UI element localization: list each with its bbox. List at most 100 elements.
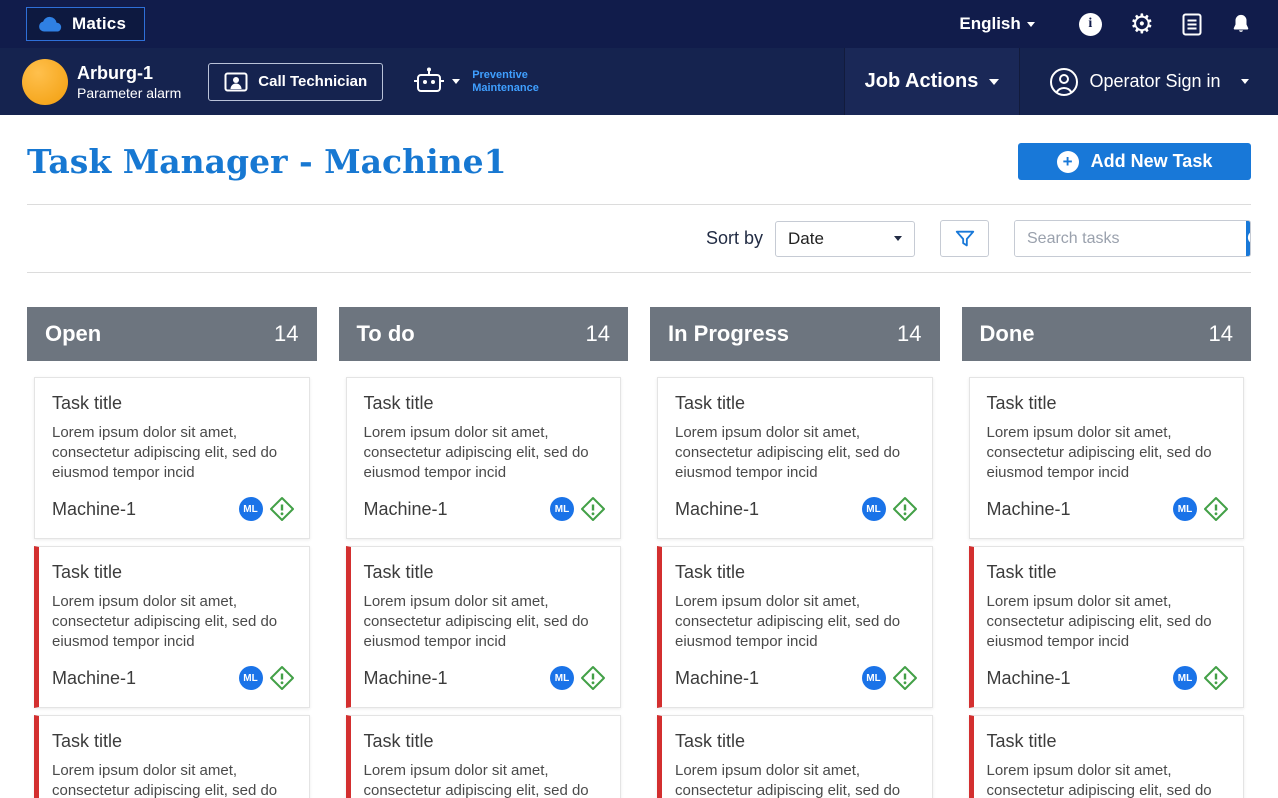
settings-gear-icon[interactable]: ⚙	[1130, 10, 1154, 38]
checklist-icon[interactable]	[1182, 12, 1202, 36]
preventive-maintenance-button[interactable]: Preventive Maintenance	[411, 66, 539, 98]
job-actions-menu[interactable]: Job Actions	[844, 48, 1020, 115]
priority-info-diamond-icon[interactable]	[892, 496, 918, 522]
task-title: Task title	[363, 562, 434, 582]
column-body: Task title Lorem ipsum dolor sit amet, c…	[962, 361, 1252, 798]
task-card[interactable]: Task title Lorem ipsum dolor sit amet, c…	[345, 715, 621, 798]
matics-logo[interactable]: Matics	[26, 7, 146, 41]
language-selector[interactable]: English	[959, 14, 1035, 34]
priority-info-diamond-icon[interactable]	[1203, 496, 1229, 522]
main-content: Task Manager - Machine1 + Add New Task S…	[0, 142, 1278, 798]
magnifier-icon	[1246, 229, 1250, 249]
search-button[interactable]	[1246, 221, 1250, 256]
task-description: Lorem ipsum dolor sit amet, consectetur …	[52, 424, 278, 481]
task-machine: Machine-1	[52, 667, 137, 688]
task-description: Lorem ipsum dolor sit amet, consectetur …	[363, 762, 589, 798]
chevron-down-icon	[894, 236, 902, 241]
task-card[interactable]: Task title Lorem ipsum dolor sit amet, c…	[968, 546, 1244, 708]
task-machine: Machine-1	[363, 667, 448, 688]
chevron-down-icon	[989, 78, 1000, 85]
task-card[interactable]: Task title Lorem ipsum dolor sit amet, c…	[34, 377, 310, 539]
task-title: Task title	[52, 562, 123, 582]
task-description: Lorem ipsum dolor sit amet, consectetur …	[363, 424, 589, 481]
plus-icon: +	[1056, 150, 1079, 173]
priority-info-diamond-icon[interactable]	[1203, 665, 1229, 691]
priority-info-diamond-icon[interactable]	[269, 665, 295, 691]
machine-status-avatar	[22, 58, 68, 105]
filter-button[interactable]	[940, 220, 989, 257]
column-count: 14	[585, 321, 610, 346]
task-card[interactable]: Task title Lorem ipsum dolor sit amet, c…	[968, 715, 1244, 798]
task-machine: Machine-1	[52, 498, 137, 519]
preventive-label-line1: Preventive	[472, 68, 528, 81]
call-technician-button[interactable]: Call Technician	[208, 62, 384, 101]
call-technician-label: Call Technician	[258, 73, 368, 90]
search-box	[1014, 220, 1251, 257]
task-description: Lorem ipsum dolor sit amet, consectetur …	[675, 762, 901, 798]
ml-badge: ML	[1173, 666, 1197, 690]
ml-badge: ML	[238, 497, 263, 521]
add-new-task-button[interactable]: + Add New Task	[1018, 143, 1251, 180]
kanban-column: Done 14 Task title Lorem ipsum dolor sit…	[961, 307, 1252, 798]
column-body: Task title Lorem ipsum dolor sit amet, c…	[650, 361, 940, 798]
sort-select[interactable]: Date	[775, 220, 915, 257]
chevron-down-icon	[1240, 79, 1249, 84]
notifications-bell-icon[interactable]	[1230, 12, 1252, 36]
task-machine: Machine-1	[675, 498, 760, 519]
language-label: English	[959, 14, 1021, 33]
column-count: 14	[897, 321, 922, 346]
task-title: Task title	[363, 731, 434, 751]
chevron-down-icon	[1026, 21, 1035, 27]
task-title: Task title	[986, 731, 1057, 751]
priority-info-diamond-icon[interactable]	[892, 665, 918, 691]
sort-by-label: Sort by	[705, 228, 763, 248]
task-description: Lorem ipsum dolor sit amet, consectetur …	[986, 762, 1212, 798]
cloud-logo-icon	[37, 15, 63, 33]
task-card[interactable]: Task title Lorem ipsum dolor sit amet, c…	[34, 546, 310, 708]
column-header: Open 14	[27, 307, 317, 361]
logo-text: Matics	[72, 14, 127, 33]
column-body: Task title Lorem ipsum dolor sit amet, c…	[27, 361, 317, 798]
task-card[interactable]: Task title Lorem ipsum dolor sit amet, c…	[657, 546, 933, 708]
task-title: Task title	[52, 731, 123, 751]
kanban-board: Open 14 Task title Lorem ipsum dolor sit…	[27, 307, 1251, 798]
task-title: Task title	[986, 562, 1057, 582]
task-title: Task title	[675, 562, 746, 582]
ml-badge: ML	[550, 497, 574, 521]
page-title: Task Manager - Machine1	[27, 142, 507, 181]
add-new-task-label: Add New Task	[1090, 151, 1213, 171]
job-actions-label: Job Actions	[864, 70, 979, 92]
ml-badge: ML	[861, 497, 886, 521]
task-machine: Machine-1	[986, 498, 1071, 519]
priority-info-diamond-icon[interactable]	[580, 496, 606, 522]
operator-signin-label: Operator Sign in	[1089, 71, 1221, 91]
funnel-filter-icon	[954, 228, 976, 250]
task-description: Lorem ipsum dolor sit amet, consectetur …	[986, 593, 1212, 650]
column-count: 14	[274, 321, 299, 346]
task-card[interactable]: Task title Lorem ipsum dolor sit amet, c…	[345, 377, 621, 539]
task-title: Task title	[363, 393, 434, 413]
info-icon[interactable]: i	[1078, 12, 1102, 36]
ml-badge: ML	[550, 666, 574, 690]
priority-info-diamond-icon[interactable]	[580, 665, 606, 691]
task-description: Lorem ipsum dolor sit amet, consectetur …	[52, 762, 278, 798]
task-card[interactable]: Task title Lorem ipsum dolor sit amet, c…	[34, 715, 310, 798]
machine-name: Arburg-1	[77, 62, 153, 83]
task-description: Lorem ipsum dolor sit amet, consectetur …	[363, 593, 589, 650]
task-title: Task title	[675, 731, 746, 751]
task-description: Lorem ipsum dolor sit amet, consectetur …	[675, 424, 901, 481]
task-title: Task title	[986, 393, 1057, 413]
task-machine: Machine-1	[986, 667, 1071, 688]
task-machine: Machine-1	[675, 667, 760, 688]
task-card[interactable]: Task title Lorem ipsum dolor sit amet, c…	[657, 715, 933, 798]
operator-signin-menu[interactable]: Operator Sign in	[1020, 48, 1278, 115]
priority-info-diamond-icon[interactable]	[269, 496, 295, 522]
ml-badge: ML	[1173, 497, 1197, 521]
task-card[interactable]: Task title Lorem ipsum dolor sit amet, c…	[657, 377, 933, 539]
task-card[interactable]: Task title Lorem ipsum dolor sit amet, c…	[968, 377, 1244, 539]
task-description: Lorem ipsum dolor sit amet, consectetur …	[986, 424, 1212, 481]
divider	[27, 272, 1251, 273]
search-input[interactable]	[1015, 221, 1246, 256]
chevron-down-icon	[452, 79, 461, 84]
task-card[interactable]: Task title Lorem ipsum dolor sit amet, c…	[345, 546, 621, 708]
